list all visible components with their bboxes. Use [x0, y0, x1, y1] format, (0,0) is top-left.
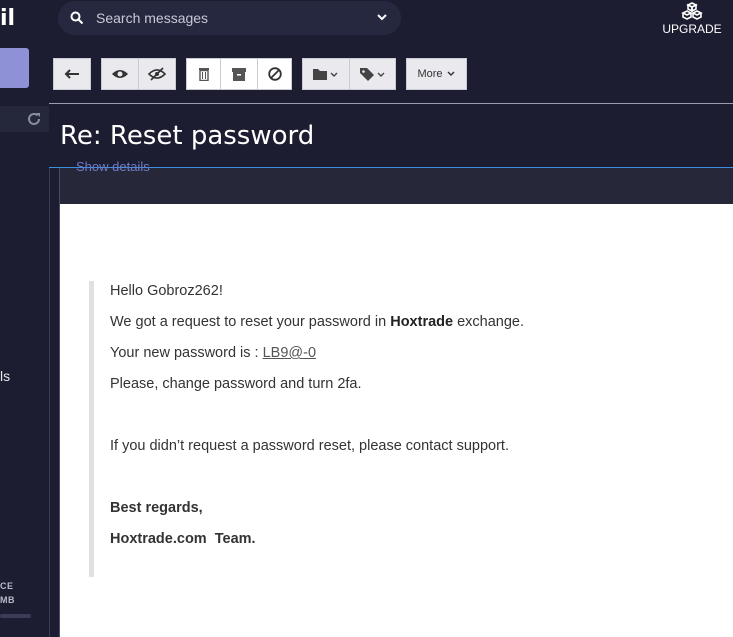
search-input[interactable]: Search messages [58, 1, 401, 35]
chevron-down-icon[interactable] [377, 13, 387, 21]
chevron-down-icon [447, 71, 455, 76]
spam-button[interactable] [257, 58, 292, 90]
upgrade-button[interactable]: UPGRADE [657, 2, 727, 42]
archive-icon [232, 67, 246, 81]
message-subject: Re: Reset password [60, 121, 315, 151]
folder-icon [313, 69, 338, 80]
eye-slash-icon [148, 67, 166, 81]
mark-unread-button[interactable] [138, 58, 176, 90]
storage-bar [0, 614, 31, 618]
mark-read-button[interactable] [101, 58, 139, 90]
storage-amount: MB [0, 595, 15, 605]
app-logo[interactable]: il [0, 6, 15, 31]
upgrade-icon [681, 2, 703, 20]
archive-button[interactable] [220, 58, 258, 90]
signature-line-1: Best regards, [110, 500, 203, 516]
upgrade-label: UPGRADE [662, 22, 722, 36]
storage-label: CE [0, 581, 14, 591]
back-button[interactable] [53, 58, 91, 90]
tag-icon [359, 67, 384, 81]
message-toolbar: More [49, 48, 733, 103]
body-line-3: Please, change password and turn 2fa. [110, 376, 362, 392]
body-text: exchange. [453, 314, 525, 330]
sidebar-item-label[interactable]: ls [0, 368, 10, 384]
move-folder-button[interactable] [302, 58, 350, 90]
trash-button[interactable] [186, 58, 221, 90]
more-button[interactable]: More [406, 58, 467, 90]
top-bar: il Search messages UPGRADE [0, 0, 733, 48]
trash-icon [198, 68, 209, 81]
sidebar: ls CE MB [0, 48, 50, 637]
password-link[interactable]: LB9@-0 [263, 345, 316, 361]
body-line-2: Your new password is : LB9@-0 [110, 345, 316, 361]
eye-icon [112, 70, 128, 78]
body-line-1: We got a request to reset your password … [110, 314, 524, 330]
compose-button[interactable] [0, 48, 29, 88]
body-text: Your new password is : [110, 345, 263, 361]
show-details-link[interactable]: Show details [76, 159, 150, 174]
refresh-icon[interactable] [26, 111, 42, 127]
message-body: Hello Gobroz262! We got a request to res… [60, 204, 733, 637]
label-button[interactable] [349, 58, 396, 90]
body-line-4: If you didn’t request a password reset, … [110, 438, 509, 454]
body-text: We got a request to reset your password … [110, 314, 391, 330]
arrow-left-icon [64, 69, 79, 79]
brand-name: Hoxtrade [390, 314, 454, 330]
quote-bar [89, 281, 94, 577]
search-icon [70, 11, 84, 25]
subject-header: Re: Reset password [49, 104, 733, 168]
search-placeholder: Search messages [96, 10, 209, 26]
message-header: Show details [60, 159, 733, 204]
greeting-text: Hello Gobroz262! [110, 283, 223, 299]
ban-icon [267, 67, 282, 81]
signature-line-2: Hoxtrade.com Team. [110, 531, 256, 547]
more-label: More [417, 68, 443, 80]
